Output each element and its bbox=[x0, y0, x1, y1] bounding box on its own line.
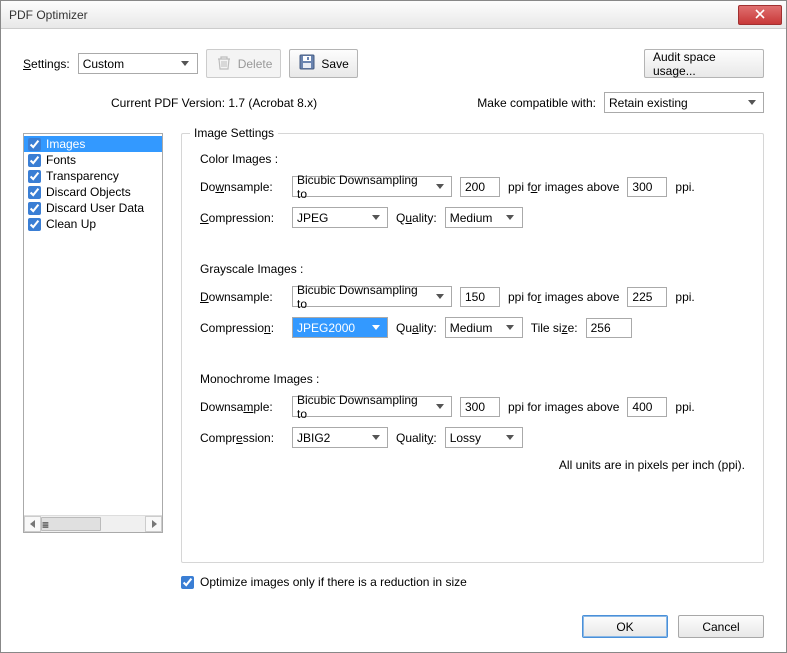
gray-downsample-select[interactable]: Bicubic Downsampling to bbox=[292, 286, 452, 307]
ppi-suffix: ppi. bbox=[675, 400, 694, 414]
sidebar-checkbox[interactable] bbox=[28, 202, 41, 215]
scroll-left-button[interactable] bbox=[24, 516, 41, 532]
tile-size-input[interactable] bbox=[586, 318, 632, 338]
cancel-button[interactable]: Cancel bbox=[678, 615, 764, 638]
sidebar-item-label: Transparency bbox=[46, 169, 119, 183]
gray-compression-select[interactable]: JPEG2000 bbox=[292, 317, 388, 338]
panel-title: Image Settings bbox=[190, 126, 278, 140]
units-note: All units are in pixels per inch (ppi). bbox=[200, 458, 745, 472]
optimize-only-label: Optimize images only if there is a reduc… bbox=[200, 575, 467, 589]
sidebar-item-discard-user-data[interactable]: Discard User Data bbox=[24, 200, 162, 216]
chevron-down-icon bbox=[503, 435, 518, 441]
quality-label: Quality: bbox=[396, 431, 437, 445]
sidebar-checkbox[interactable] bbox=[28, 154, 41, 167]
sidebar-item-images[interactable]: Images bbox=[24, 136, 162, 152]
titlebar[interactable]: PDF Optimizer bbox=[1, 1, 786, 29]
sidebar-item-fonts[interactable]: Fonts bbox=[24, 152, 162, 168]
chevron-down-icon bbox=[368, 325, 383, 331]
dialog-content: Settings: Custom Delete Save Audit space… bbox=[1, 29, 786, 652]
sidebar-item-transparency[interactable]: Transparency bbox=[24, 168, 162, 184]
color-images-heading: Color Images : bbox=[200, 152, 745, 166]
grayscale-images-heading: Grayscale Images : bbox=[200, 262, 745, 276]
compression-label: Compression: bbox=[200, 211, 284, 225]
chevron-down-icon bbox=[503, 215, 518, 221]
color-quality-select[interactable]: Medium bbox=[445, 207, 523, 228]
downsample-label: Downsample: bbox=[200, 400, 284, 414]
compression-label: Compression: bbox=[200, 431, 284, 445]
sidebar-checkbox[interactable] bbox=[28, 138, 41, 151]
chevron-down-icon bbox=[503, 325, 518, 331]
sidebar-checkbox[interactable] bbox=[28, 218, 41, 231]
ppi-above-label: ppi for images above bbox=[508, 180, 619, 194]
compat-select[interactable]: Retain existing bbox=[604, 92, 764, 113]
tile-size-label: Tile size: bbox=[531, 321, 578, 335]
chevron-down-icon bbox=[432, 294, 447, 300]
dialog-window: PDF Optimizer Settings: Custom Delete bbox=[0, 0, 787, 653]
ppi-above-label: ppi for images above bbox=[508, 400, 619, 414]
color-compression-select[interactable]: JPEG bbox=[292, 207, 388, 228]
sidebar-item-discard-objects[interactable]: Discard Objects bbox=[24, 184, 162, 200]
chevron-down-icon bbox=[368, 435, 383, 441]
ppi-suffix: ppi. bbox=[675, 180, 694, 194]
gray-ppi-above-input[interactable] bbox=[627, 287, 667, 307]
compression-label: Compression: bbox=[200, 321, 284, 335]
settings-select[interactable]: Custom bbox=[78, 53, 198, 74]
scroll-right-button[interactable] bbox=[145, 516, 162, 532]
save-icon bbox=[298, 53, 316, 74]
pdf-version-label: Current PDF Version: 1.7 (Acrobat 8.x) bbox=[111, 96, 409, 110]
sidebar-checkbox[interactable] bbox=[28, 170, 41, 183]
sidebar-item-label: Discard Objects bbox=[46, 185, 131, 199]
chevron-down-icon bbox=[432, 404, 447, 410]
window-title: PDF Optimizer bbox=[9, 8, 738, 22]
monochrome-images-heading: Monochrome Images : bbox=[200, 372, 745, 386]
chevron-down-icon bbox=[432, 184, 447, 190]
ok-button[interactable]: OK bbox=[582, 615, 668, 638]
sidebar-item-label: Fonts bbox=[46, 153, 76, 167]
gray-quality-select[interactable]: Medium bbox=[445, 317, 523, 338]
optimize-only-checkbox[interactable] bbox=[181, 576, 194, 589]
close-button[interactable] bbox=[738, 5, 782, 25]
ppi-suffix: ppi. bbox=[675, 290, 694, 304]
quality-label: Quality: bbox=[396, 321, 437, 335]
color-ppi-input[interactable] bbox=[460, 177, 500, 197]
close-icon bbox=[755, 8, 765, 22]
sidebar-item-label: Discard User Data bbox=[46, 201, 144, 215]
chevron-down-icon bbox=[178, 61, 193, 67]
image-settings-panel: Image Settings Color Images : Downsample… bbox=[181, 133, 764, 563]
mono-ppi-input[interactable] bbox=[460, 397, 500, 417]
mono-downsample-select[interactable]: Bicubic Downsampling to bbox=[292, 396, 452, 417]
gray-ppi-input[interactable] bbox=[460, 287, 500, 307]
horizontal-scrollbar[interactable]: ≡ bbox=[24, 515, 162, 532]
mono-quality-select[interactable]: Lossy bbox=[445, 427, 523, 448]
settings-label: Settings: bbox=[23, 57, 70, 71]
sidebar-item-clean-up[interactable]: Clean Up bbox=[24, 216, 162, 232]
category-list[interactable]: Images Fonts Transparency Discard Object… bbox=[24, 134, 162, 515]
ppi-above-label: ppi for images above bbox=[508, 290, 619, 304]
delete-button: Delete bbox=[206, 49, 282, 78]
mono-compression-select[interactable]: JBIG2 bbox=[292, 427, 388, 448]
sidebar-checkbox[interactable] bbox=[28, 186, 41, 199]
color-downsample-select[interactable]: Bicubic Downsampling to bbox=[292, 176, 452, 197]
compat-label: Make compatible with: bbox=[477, 96, 596, 110]
audit-space-button[interactable]: Audit space usage... bbox=[644, 49, 764, 78]
chevron-down-icon bbox=[368, 215, 383, 221]
mono-ppi-above-input[interactable] bbox=[627, 397, 667, 417]
chevron-down-icon bbox=[744, 100, 759, 106]
quality-label: Quality: bbox=[396, 211, 437, 225]
save-button[interactable]: Save bbox=[289, 49, 357, 78]
category-sidebar[interactable]: Images Fonts Transparency Discard Object… bbox=[23, 133, 163, 533]
sidebar-item-label: Clean Up bbox=[46, 217, 96, 231]
scroll-thumb[interactable]: ≡ bbox=[41, 517, 101, 531]
trash-icon bbox=[215, 53, 233, 74]
scroll-track[interactable]: ≡ bbox=[41, 516, 145, 532]
downsample-label: Downsample: bbox=[200, 290, 284, 304]
sidebar-item-label: Images bbox=[46, 137, 85, 151]
downsample-label: Downsample: bbox=[200, 180, 284, 194]
color-ppi-above-input[interactable] bbox=[627, 177, 667, 197]
